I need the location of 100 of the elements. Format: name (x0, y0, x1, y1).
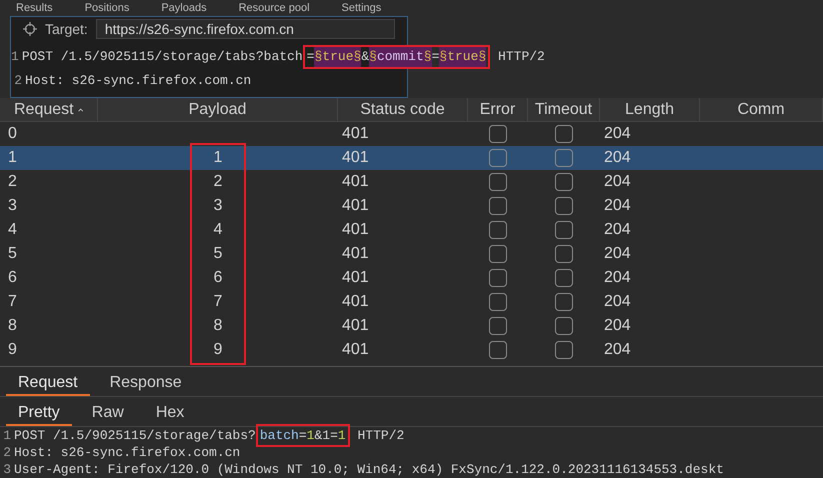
tab[interactable]: Pretty (6, 401, 72, 426)
table-cell-text: 1 (8, 148, 17, 168)
table-cell-text: 4 (214, 220, 222, 240)
checkbox[interactable] (555, 125, 573, 143)
table-cell-text: 204 (604, 172, 631, 192)
table-row[interactable]: 5 5 401 204 (0, 242, 823, 266)
table-cell-text: 9 (214, 340, 222, 360)
table-cell-text: 401 (342, 244, 369, 264)
tool-tab[interactable]: Positions (84, 0, 130, 16)
table-cell-text: 401 (342, 316, 369, 336)
code-text: HTTP/2 (356, 426, 404, 445)
table-cell-text: 7 (214, 292, 222, 312)
column-header[interactable]: Status code (338, 98, 468, 121)
column-header[interactable]: Comm (700, 98, 823, 121)
tool-tab[interactable]: Resource pool (238, 0, 310, 16)
code-text: 1 (306, 426, 314, 445)
code-text: HTTP/2 (497, 48, 545, 66)
checkbox[interactable] (555, 269, 573, 287)
table-row[interactable]: 6 6 401 204 (0, 266, 823, 290)
table-row[interactable]: 1 1 401 204 (0, 146, 823, 170)
tab[interactable]: Raw (80, 401, 136, 426)
sort-caret-icon (78, 106, 83, 112)
checkbox[interactable] (489, 341, 507, 359)
column-header[interactable]: Request (0, 98, 98, 121)
code-text: 1 (338, 426, 346, 445)
code-text: = (432, 48, 440, 66)
table-cell-text: 204 (604, 340, 631, 360)
column-header[interactable]: Timeout (528, 98, 600, 121)
checkbox[interactable] (555, 221, 573, 239)
checkbox[interactable] (489, 173, 507, 191)
column-header[interactable]: Error (468, 98, 528, 121)
checkbox[interactable] (489, 197, 507, 215)
code-text: = (306, 48, 314, 66)
table-cell-text: 3 (8, 196, 17, 216)
checkbox[interactable] (489, 221, 507, 239)
checkbox[interactable] (489, 149, 507, 167)
checkbox[interactable] (555, 317, 573, 335)
table-cell-text: 204 (604, 220, 631, 240)
table-cell-text: 8 (214, 316, 222, 336)
table-row[interactable]: 8 8 401 204 (0, 314, 823, 338)
table-cell-text: 401 (342, 292, 369, 312)
tool-tab[interactable]: Results (16, 0, 53, 16)
tool-tab[interactable]: Payloads (161, 0, 207, 16)
code-text: true (447, 47, 478, 67)
line-number: 1 (2, 426, 12, 445)
checkbox[interactable] (489, 245, 507, 263)
column-header[interactable]: Length (600, 98, 700, 121)
tool-tab[interactable]: Settings (342, 0, 382, 16)
tab[interactable]: Hex (144, 401, 196, 426)
code-text: POST /1.5/9025115/storage/tabs? (14, 426, 256, 445)
checkbox[interactable] (555, 173, 573, 191)
checkbox[interactable] (489, 269, 507, 287)
table-row[interactable]: 7 7 401 204 (0, 290, 823, 314)
checkbox[interactable] (489, 293, 507, 311)
table-cell-text: 401 (342, 124, 369, 144)
checkbox[interactable] (555, 197, 573, 215)
table-cell-text: 2 (214, 172, 222, 192)
code-text: POST /1.5/9025115/storage/tabs?batch (22, 48, 303, 66)
table-cell-text: 401 (342, 172, 369, 192)
table-cell-text: 2 (8, 172, 17, 192)
code-text: § (478, 47, 486, 67)
table-cell-text: 401 (342, 196, 369, 216)
table-row[interactable]: 3 3 401 204 (0, 194, 823, 218)
tab[interactable]: Request (6, 371, 90, 396)
tab[interactable]: Response (98, 371, 194, 396)
table-row[interactable]: 0 401 204 (0, 122, 823, 146)
code-text: § (439, 47, 448, 67)
table-row[interactable]: 4 4 401 204 (0, 218, 823, 242)
target-label: Target: (45, 20, 88, 39)
checkbox[interactable] (489, 125, 507, 143)
table-cell-text: 6 (214, 268, 222, 288)
code-text: commit (376, 47, 424, 67)
target-field[interactable]: https://s26-sync.firefox.com.cn (96, 19, 395, 39)
table-cell-text: 401 (342, 148, 369, 168)
checkbox[interactable] (555, 149, 573, 167)
table-cell-text: 6 (8, 268, 17, 288)
code-text: Host: s26-sync.firefox.com.cn (14, 444, 240, 462)
table-cell-text: 1 (214, 148, 222, 168)
column-header[interactable]: Payload (98, 98, 338, 121)
checkbox[interactable] (555, 293, 573, 311)
line-number: 1 (11, 48, 20, 66)
table-row[interactable]: 2 2 401 204 (0, 170, 823, 194)
code-text: true (322, 47, 354, 67)
table-cell-text: 204 (604, 124, 631, 144)
checkbox[interactable] (555, 341, 573, 359)
table-cell-text: 401 (342, 340, 369, 360)
line-number: 2 (2, 444, 12, 462)
crosshair-icon (23, 22, 37, 36)
table-cell-text: 401 (342, 268, 369, 288)
checkbox[interactable] (555, 245, 573, 263)
table-cell-text: 204 (604, 268, 631, 288)
code-text: & (361, 48, 370, 66)
table-cell-text: 5 (8, 244, 17, 264)
code-text: batch (260, 426, 299, 445)
table-row[interactable]: 9 9 401 204 (0, 338, 823, 362)
code-text: &1= (314, 426, 338, 445)
code-text: User-Agent: Firefox/120.0 (Windows NT 10.0; Win64; x64) FxSync/1.122.0.20231116134553.deskt (14, 460, 724, 478)
checkbox[interactable] (489, 317, 507, 335)
code-text: Host: s26-sync.firefox.com.cn (25, 72, 252, 90)
table-cell-text: 204 (604, 316, 631, 336)
